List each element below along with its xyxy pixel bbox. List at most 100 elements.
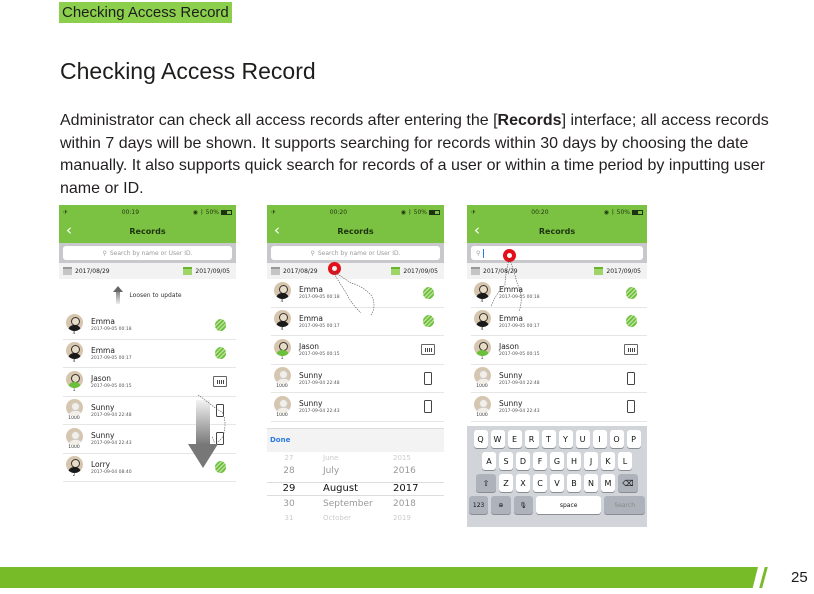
search-key[interactable]: Search [604,496,645,514]
user-id: 2 [72,473,76,479]
key-b[interactable]: B [567,474,581,492]
picker-row-selected[interactable]: 29 August 2017 [267,482,444,496]
key-f[interactable]: F [533,452,547,470]
key-c[interactable]: C [533,474,547,492]
record-row[interactable]: 1000 Sunny 2017-09-04 22:48 [471,365,647,393]
user-name: Jason [499,342,520,352]
fingerprint-icon [625,315,637,328]
key-s[interactable]: S [499,452,513,470]
section-header-tag: Checking Access Record [59,2,232,23]
picker-row[interactable]: 30 September 2018 [267,499,444,513]
start-date-button[interactable]: 2017/08/29 [271,267,318,275]
on-screen-keyboard: QWERTYUIOP ASDFGHJKL ⇧ ZXCVBNM ⌫ 123 ⊕ 🎙… [467,426,647,527]
done-button[interactable]: Done [270,436,290,444]
picker-day: 29 [282,483,296,494]
picker-row[interactable]: 28 July 2016 [267,466,444,480]
user-id: 1 [480,355,484,361]
key-r[interactable]: R [524,430,539,448]
record-row[interactable]: 1000 Sunny 2017-09-04 22:43 [471,393,647,422]
bluetooth-icon: ᛒ [200,209,204,216]
record-row[interactable]: 4 Emma 2017-09-05 00:18 [63,311,236,340]
avatar [273,367,291,385]
picker-row[interactable]: 31 October 2019 [267,514,444,527]
end-date-button[interactable]: 2017/09/05 [594,267,641,275]
key-w[interactable]: W [490,430,505,448]
search-bar: ⚲ Search by name or User ID. [59,243,236,263]
key-z[interactable]: Z [499,474,513,492]
picker-day: 31 [284,514,294,522]
key-t[interactable]: T [541,430,556,448]
key-i[interactable]: I [592,430,607,448]
end-date: 2017/09/05 [606,267,641,275]
key-a[interactable]: A [482,452,496,470]
search-input[interactable]: ⚲ Search by name or User ID. [271,246,440,260]
key-d[interactable]: D [516,452,530,470]
space-key[interactable]: space [535,496,602,514]
search-icon: ⚲ [102,249,107,257]
key-u[interactable]: U [575,430,590,448]
key-y[interactable]: Y [558,430,573,448]
unlock-type [420,343,436,357]
backspace-key[interactable]: ⌫ [618,474,638,492]
record-row[interactable]: 4 Emma 2017-09-05 00:17 [63,340,236,368]
picker-year: 2019 [393,514,411,522]
battery-icon [221,210,232,215]
back-chevron-icon[interactable]: ‹ [66,221,72,239]
record-row[interactable]: 1 Jason 2017-09-05 00:15 [271,336,444,365]
status-right: ◉ ᛒ 50% [193,209,232,216]
record-info: Emma 2017-09-05 00:17 [499,314,623,329]
key-v[interactable]: V [550,474,564,492]
key-p[interactable]: P [626,430,641,448]
record-info: Jason 2017-09-05 00:15 [91,374,212,389]
record-info: Emma 2017-09-05 00:18 [91,317,212,332]
key-n[interactable]: N [584,474,598,492]
date-picker[interactable]: 27 June 2015 28 July 2016 29 August 2017 30 Septem… [267,452,444,527]
card-icon [213,376,227,388]
nav-bar: ‹ Records [59,220,236,243]
key-l[interactable]: L [618,452,632,470]
nav-bar: ‹ Records [467,220,647,243]
key-o[interactable]: O [609,430,624,448]
unlock-type [420,314,436,328]
key-q[interactable]: Q [473,430,488,448]
avatar [65,313,83,331]
record-row[interactable]: 1000 Sunny 2017-09-04 22:48 [271,365,444,393]
picker-month: October [323,514,352,522]
microphone-key-icon[interactable]: 🎙 [513,496,533,514]
start-date-button[interactable]: 2017/08/29 [63,267,110,275]
globe-key-icon[interactable]: ⊕ [491,496,511,514]
nav-bar: ‹ Records [267,220,444,243]
shift-key[interactable]: ⇧ [476,474,496,492]
end-date-button[interactable]: 2017/09/05 [183,267,230,275]
search-input[interactable]: ⚲ Search by name or User ID. [63,246,232,260]
back-chevron-icon[interactable]: ‹ [274,221,280,239]
key-k[interactable]: K [601,452,615,470]
key-e[interactable]: E [507,430,522,448]
key-j[interactable]: J [584,452,598,470]
record-row[interactable]: 1000 Sunny 2017-09-04 22:43 [271,393,444,422]
unlock-type [623,371,639,385]
user-id: 4 [72,359,76,365]
calendar-icon [271,267,280,275]
mobile-phone-icon [627,400,635,414]
record-row[interactable]: 1 Jason 2017-09-05 00:15 [471,336,647,365]
search-icon: ⚲ [476,249,481,257]
key-h[interactable]: H [567,452,581,470]
record-info: Sunny 2017-09-04 22:43 [499,399,623,414]
fingerprint-icon [422,315,434,328]
back-chevron-icon[interactable]: ‹ [474,221,480,239]
key-m[interactable]: M [601,474,615,492]
user-name: Sunny [499,370,523,380]
nav-title: Records [337,227,374,236]
end-date: 2017/09/05 [195,267,230,275]
numbers-key[interactable]: 123 [469,496,489,514]
end-date-button[interactable]: 2017/09/05 [391,267,438,275]
mobile-phone-icon [627,371,635,385]
user-name: Emma [91,317,115,327]
key-g[interactable]: G [550,452,564,470]
record-info: Jason 2017-09-05 00:15 [299,342,420,357]
unlock-type [623,400,639,414]
lock-rotation-icon: ◉ [603,209,610,216]
swipe-down-gesture-icon [188,394,226,468]
key-x[interactable]: X [516,474,530,492]
